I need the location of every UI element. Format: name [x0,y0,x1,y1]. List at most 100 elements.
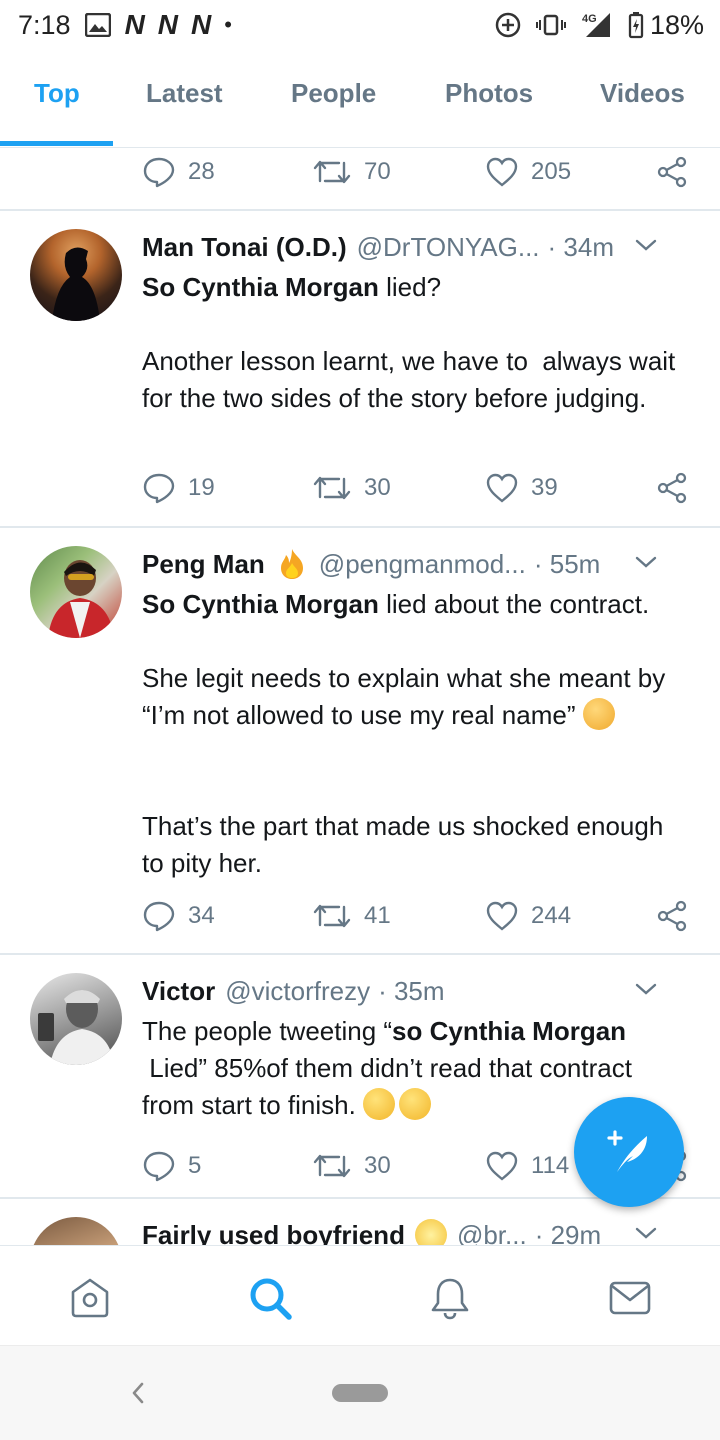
tab-people[interactable]: People [291,78,376,109]
reply-count: 28 [188,158,215,185]
share-button[interactable] [656,896,688,936]
tweet-time: · 35m [378,975,445,1006]
tears-of-joy-emoji-icon [363,1088,396,1120]
notification-n-icon: N [124,9,145,40]
avatar[interactable] [30,229,122,321]
like-count: 205 [531,158,572,185]
retweet-icon [313,476,351,500]
retweet-button[interactable]: 30 [312,468,391,508]
chevron-down-icon[interactable] [634,233,658,257]
user-handle[interactable]: @pengmanmod... [319,549,526,580]
nav-home[interactable] [66,1274,114,1322]
reply-button[interactable]: 19 [142,468,215,508]
tab-videos[interactable]: Videos [600,78,685,109]
retweet-count: 70 [364,158,391,185]
user-handle[interactable]: @br... [457,1220,527,1246]
reply-icon [143,1151,175,1182]
notification-n-icon: N [157,9,178,40]
tears-of-joy-emoji-icon [399,1088,432,1120]
compose-tweet-button[interactable] [574,1097,684,1207]
gallery-icon [84,13,111,37]
display-name[interactable]: Man Tonai (O.D.) [142,232,347,263]
like-button[interactable]: 244 [485,896,571,936]
heart-icon [486,473,518,503]
user-handle[interactable]: @victorfrezy [225,976,370,1007]
retweet-button[interactable]: 70 [312,152,391,192]
retweet-button[interactable]: 30 [312,1146,391,1186]
heart-icon [486,157,518,187]
retweet-count: 30 [364,474,391,501]
like-count: 39 [531,474,558,501]
tweet-text-pre: The people tweeting “ [142,1016,393,1046]
notification-n-icon: N [191,9,211,40]
user-handle[interactable]: @DrTONYAG... [357,232,540,263]
tweet-actions: 28 70 205 [142,152,702,192]
share-button[interactable] [656,152,688,192]
system-home-pill[interactable] [332,1384,388,1402]
tab-photos[interactable]: Photos [445,78,533,109]
tweet-feed[interactable]: 28 70 205 Man Tonai (O.D.) @DrTONYAG... … [0,148,720,1245]
tweet-text: So Cynthia Morgan lied? Another lesson l… [142,269,690,417]
tweet[interactable]: Fairly used boyfriend @br... · 29m [0,1199,720,1245]
heart-icon [486,901,518,931]
status-left: 7:18 N N N • [18,9,232,41]
reply-count: 19 [188,474,215,501]
tweet-actions: 19 30 39 [142,468,702,508]
retweet-count: 30 [364,1152,391,1179]
data-saver-icon [494,11,522,39]
reply-button[interactable]: 34 [142,896,215,936]
back-chevron-icon [132,1382,144,1404]
tweet[interactable]: Man Tonai (O.D.) @DrTONYAG... · 34m So C… [0,211,720,527]
nav-search[interactable] [246,1274,294,1322]
like-count: 114 [531,1152,570,1179]
display-name[interactable]: Victor [142,976,215,1007]
nav-messages[interactable] [606,1274,654,1322]
share-button[interactable] [656,468,688,508]
chevron-down-icon[interactable] [634,550,658,574]
retweet-button[interactable]: 41 [312,896,391,936]
reply-count: 5 [188,1152,202,1179]
tweet[interactable]: Peng Man @pengmanmod... · 55m So Cynthia… [0,528,720,954]
signal-icon: 4G [580,11,614,39]
star-emoji-icon [414,1219,447,1245]
status-time: 7:18 [18,9,71,40]
tweet-text: So Cynthia Morgan lied about the contrac… [142,586,690,882]
retweet-icon [313,160,351,184]
reply-button[interactable]: 5 [142,1146,201,1186]
tab-top[interactable]: Top [34,78,80,109]
share-icon [657,472,687,504]
retweet-icon [313,904,351,928]
tweet-text-bold: So Cynthia Morgan [142,589,379,619]
reply-button[interactable]: 28 [142,152,215,192]
like-count: 244 [531,902,572,929]
heart-icon [486,1151,518,1181]
tab-latest[interactable]: Latest [146,78,223,109]
tweet-time: · 55m [533,548,601,579]
tweet-text-tail: That’s the part that made us shocked eno… [142,811,664,878]
reply-icon [143,157,175,188]
chevron-down-icon[interactable] [634,1221,658,1245]
vibrate-icon [535,14,566,36]
tweet-header: Man Tonai (O.D.) @DrTONYAG... · 34m [142,229,690,265]
display-name[interactable]: Fairly used boyfriend [142,1220,405,1246]
mail-icon [609,1281,651,1315]
avatar[interactable] [30,973,122,1065]
nav-notifications[interactable] [426,1274,474,1322]
like-button[interactable]: 114 [485,1146,569,1186]
share-icon [657,900,687,932]
chevron-down-icon[interactable] [634,977,658,1001]
share-icon [657,156,687,188]
like-button[interactable]: 205 [485,152,571,192]
search-icon [250,1278,292,1320]
home-icon [71,1278,109,1318]
reply-icon [143,901,175,932]
avatar[interactable] [30,1217,122,1245]
search-tabs: Top Latest People Photos Videos [0,60,720,148]
display-name[interactable]: Peng Man [142,549,265,580]
more-notifications-dot-icon: • [224,12,232,37]
like-button[interactable]: 39 [485,468,558,508]
reply-icon [143,473,175,504]
tweet-time: · 29m [534,1219,602,1246]
system-back-button[interactable] [126,1378,150,1413]
avatar[interactable] [30,546,122,638]
